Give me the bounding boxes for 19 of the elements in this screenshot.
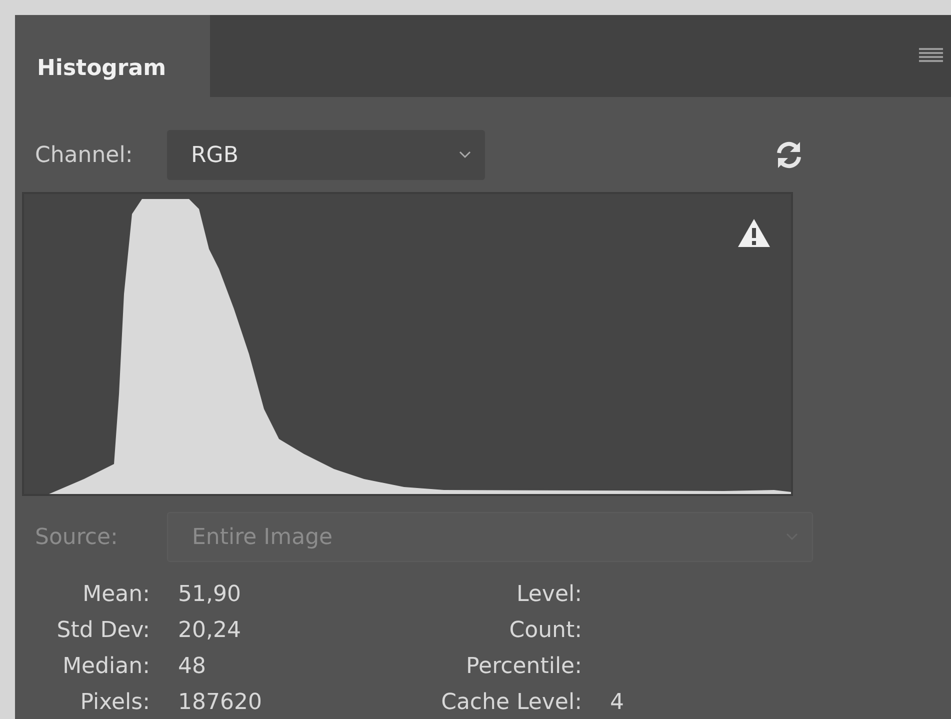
stat-label: Pixels: <box>79 689 150 717</box>
channel-label: Channel: <box>35 142 134 168</box>
stat-label: Std Dev: <box>56 617 150 645</box>
stat-label: Median: <box>62 653 150 681</box>
stat-label: Level: <box>516 581 582 609</box>
stat-value: 20,24 <box>178 617 242 645</box>
stat-label: Cache Level: <box>440 689 582 717</box>
stat-label: Mean: <box>82 581 150 609</box>
stat-value: 4 <box>610 689 625 717</box>
channel-dropdown[interactable]: RGB <box>167 130 485 180</box>
stat-label: Percentile: <box>465 653 582 681</box>
stat-value: 48 <box>178 653 207 681</box>
stat-label: Count: <box>508 617 582 645</box>
source-label: Source: <box>35 524 119 550</box>
warning-icon <box>737 218 771 248</box>
chevron-icon <box>459 151 471 159</box>
menu-icon[interactable] <box>919 48 943 64</box>
stat-value: 51,90 <box>178 581 242 609</box>
stat-value: 187620 <box>178 689 263 717</box>
